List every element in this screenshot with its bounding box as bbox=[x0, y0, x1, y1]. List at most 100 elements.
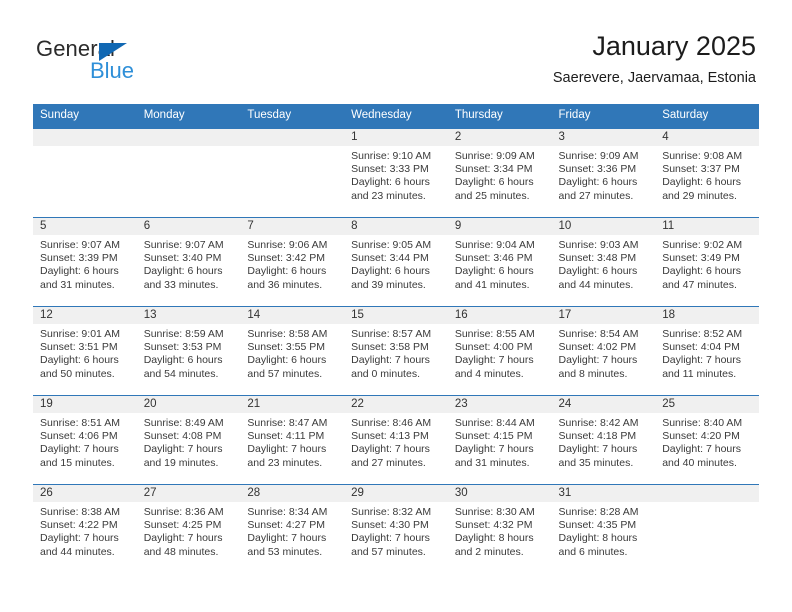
calendar-day-cell[interactable]: 19 Sunrise: 8:51 AM Sunset: 4:06 PM Dayligh… bbox=[33, 395, 137, 485]
sunset-time: Sunset: 4:04 PM bbox=[662, 341, 740, 354]
calendar-day-cell[interactable]: 12 Sunrise: 9:01 AM Sunset: 3:51 PM Dayligh… bbox=[33, 306, 137, 396]
page-subtitle: Saerevere, Jaervamaa, Estonia bbox=[552, 70, 756, 86]
daylight-duration-line2: and 25 minutes. bbox=[454, 189, 530, 202]
calendar-day-cell[interactable]: 20 Sunrise: 8:49 AM Sunset: 4:08 PM Dayligh… bbox=[136, 395, 241, 485]
daylight-duration-line2: and 36 minutes. bbox=[247, 278, 323, 291]
day-number: 12 bbox=[33, 307, 137, 324]
daylight-duration-line1: Daylight: 6 hours bbox=[351, 176, 430, 189]
calendar-day-cell[interactable]: 4 Sunrise: 9:08 AM Sunset: 3:37 PM Daylight… bbox=[655, 128, 759, 218]
calendar-day-cell[interactable]: 13 Sunrise: 8:59 AM Sunset: 3:53 PM Dayligh… bbox=[136, 306, 241, 396]
day-number: 9 bbox=[447, 218, 552, 235]
calendar-day-cell[interactable]: 6 Sunrise: 9:07 AM Sunset: 3:40 PM Daylight… bbox=[136, 217, 241, 307]
daylight-duration-line2: and 40 minutes. bbox=[662, 456, 737, 469]
day-number: 22 bbox=[344, 396, 448, 413]
calendar-day-cell[interactable]: 28 Sunrise: 8:34 AM Sunset: 4:27 PM Dayligh… bbox=[240, 484, 345, 573]
day-details: Sunrise: 9:02 AM Sunset: 3:49 PM Daylight:… bbox=[655, 235, 759, 292]
sunset-time: Sunset: 4:18 PM bbox=[558, 430, 637, 443]
daylight-duration-line1: Daylight: 7 hours bbox=[351, 443, 430, 456]
day-number bbox=[136, 129, 241, 146]
calendar-day-cell[interactable]: 7 Sunrise: 9:06 AM Sunset: 3:42 PM Daylight… bbox=[240, 217, 345, 307]
sunset-time: Sunset: 3:44 PM bbox=[351, 252, 429, 265]
day-number: 13 bbox=[136, 307, 241, 324]
weekday-header-sunday: Sunday bbox=[33, 104, 137, 129]
day-number: 6 bbox=[136, 218, 241, 235]
daylight-duration-line2: and 33 minutes. bbox=[143, 278, 219, 291]
daylight-duration-line1: Daylight: 6 hours bbox=[351, 265, 430, 278]
day-number: 26 bbox=[33, 485, 137, 502]
sunset-time: Sunset: 3:42 PM bbox=[247, 252, 326, 265]
calendar-day-cell[interactable]: 31 Sunrise: 8:28 AM Sunset: 4:35 PM Dayligh… bbox=[551, 484, 656, 573]
daylight-duration-line1: Daylight: 8 hours bbox=[558, 532, 638, 545]
day-details: Sunrise: 9:10 AM Sunset: 3:33 PM Daylight:… bbox=[344, 146, 448, 203]
calendar-day-cell[interactable]: 14 Sunrise: 8:58 AM Sunset: 3:55 PM Dayligh… bbox=[240, 306, 345, 396]
sunset-time: Sunset: 4:25 PM bbox=[143, 519, 222, 532]
day-number bbox=[655, 485, 759, 502]
daylight-duration-line2: and 15 minutes. bbox=[40, 456, 115, 469]
calendar-week-row: 12 Sunrise: 9:01 AM Sunset: 3:51 PM Dayligh… bbox=[33, 306, 759, 396]
calendar-day-cell[interactable]: 23 Sunrise: 8:44 AM Sunset: 4:15 PM Dayligh… bbox=[447, 395, 552, 485]
sunset-time: Sunset: 4:35 PM bbox=[558, 519, 637, 532]
daylight-duration-line1: Daylight: 6 hours bbox=[662, 265, 742, 278]
calendar-day-cell[interactable]: 26 Sunrise: 8:38 AM Sunset: 4:22 PM Dayligh… bbox=[33, 484, 137, 573]
calendar-day-cell[interactable]: 18 Sunrise: 8:52 AM Sunset: 4:04 PM Dayligh… bbox=[655, 306, 759, 396]
calendar-day-cell[interactable]: 2 Sunrise: 9:09 AM Sunset: 3:34 PM Daylight… bbox=[447, 128, 552, 218]
calendar-day-cell[interactable]: 27 Sunrise: 8:36 AM Sunset: 4:25 PM Dayligh… bbox=[136, 484, 241, 573]
day-number: 10 bbox=[551, 218, 656, 235]
calendar-day-cell[interactable]: 30 Sunrise: 8:30 AM Sunset: 4:32 PM Dayligh… bbox=[447, 484, 552, 573]
daylight-duration-line1: Daylight: 7 hours bbox=[40, 532, 119, 545]
day-number: 18 bbox=[655, 307, 759, 324]
calendar-day-cell[interactable]: 1 Sunrise: 9:10 AM Sunset: 3:33 PM Daylight… bbox=[344, 128, 448, 218]
calendar-table: Sunday Monday Tuesday Wednesday Thursday Frid… bbox=[33, 104, 759, 573]
calendar-day-cell[interactable]: 8 Sunrise: 9:05 AM Sunset: 3:44 PM Daylight… bbox=[344, 217, 448, 307]
day-number: 2 bbox=[447, 129, 552, 146]
daylight-duration-line1: Daylight: 6 hours bbox=[662, 176, 742, 189]
day-details: Sunrise: 8:47 AM Sunset: 4:11 PM Daylight:… bbox=[240, 413, 344, 470]
calendar-week-row: 26 Sunrise: 8:38 AM Sunset: 4:22 PM Dayligh… bbox=[33, 484, 759, 573]
daylight-duration-line1: Daylight: 6 hours bbox=[40, 354, 119, 367]
daylight-duration-line1: Daylight: 7 hours bbox=[454, 354, 534, 367]
calendar-day-cell[interactable]: 24 Sunrise: 8:42 AM Sunset: 4:18 PM Dayligh… bbox=[551, 395, 656, 485]
daylight-duration-line2: and 11 minutes. bbox=[662, 367, 737, 380]
day-details: Sunrise: 8:46 AM Sunset: 4:13 PM Daylight:… bbox=[344, 413, 448, 470]
daylight-duration-line2: and 6 minutes. bbox=[558, 545, 628, 558]
day-number: 15 bbox=[344, 307, 448, 324]
day-number: 24 bbox=[551, 396, 656, 413]
daylight-duration-line2: and 31 minutes. bbox=[454, 456, 530, 469]
day-details: Sunrise: 8:42 AM Sunset: 4:18 PM Daylight:… bbox=[552, 413, 656, 470]
calendar-day-cell[interactable]: 3 Sunrise: 9:09 AM Sunset: 3:36 PM Daylight… bbox=[551, 128, 656, 218]
calendar-day-cell[interactable]: 16 Sunrise: 8:55 AM Sunset: 4:00 PM Dayligh… bbox=[447, 306, 552, 396]
daylight-duration-line2: and 50 minutes. bbox=[40, 367, 115, 380]
calendar-day-cell-empty bbox=[33, 128, 137, 218]
day-number: 16 bbox=[447, 307, 552, 324]
calendar-day-cell[interactable]: 29 Sunrise: 8:32 AM Sunset: 4:30 PM Dayligh… bbox=[344, 484, 448, 573]
weekday-header-saturday: Saturday bbox=[655, 104, 759, 129]
calendar-day-cell[interactable]: 10 Sunrise: 9:03 AM Sunset: 3:48 PM Dayligh… bbox=[551, 217, 656, 307]
day-details: Sunrise: 9:06 AM Sunset: 3:42 PM Daylight:… bbox=[240, 235, 344, 292]
daylight-duration-line1: Daylight: 7 hours bbox=[558, 443, 638, 456]
calendar-day-cell[interactable]: 21 Sunrise: 8:47 AM Sunset: 4:11 PM Dayligh… bbox=[240, 395, 345, 485]
day-number: 27 bbox=[136, 485, 241, 502]
calendar-day-cell[interactable]: 11 Sunrise: 9:02 AM Sunset: 3:49 PM Dayligh… bbox=[655, 217, 759, 307]
calendar-day-cell[interactable]: 5 Sunrise: 9:07 AM Sunset: 3:39 PM Daylight… bbox=[33, 217, 137, 307]
sunrise-time: Sunrise: 8:30 AM bbox=[454, 506, 535, 518]
daylight-duration-line2: and 2 minutes. bbox=[454, 545, 524, 558]
day-details: Sunrise: 9:03 AM Sunset: 3:48 PM Daylight:… bbox=[552, 235, 656, 292]
daylight-duration-line1: Daylight: 7 hours bbox=[351, 532, 430, 545]
sunrise-time: Sunrise: 8:40 AM bbox=[662, 417, 743, 429]
sunrise-time: Sunrise: 9:03 AM bbox=[558, 239, 639, 251]
weekday-header-thursday: Thursday bbox=[447, 104, 552, 129]
calendar-day-cell[interactable]: 22 Sunrise: 8:46 AM Sunset: 4:13 PM Dayligh… bbox=[344, 395, 448, 485]
calendar-day-cell[interactable]: 25 Sunrise: 8:40 AM Sunset: 4:20 PM Dayligh… bbox=[655, 395, 759, 485]
sunrise-time: Sunrise: 9:10 AM bbox=[351, 150, 432, 162]
calendar-day-cell[interactable]: 9 Sunrise: 9:04 AM Sunset: 3:46 PM Daylight… bbox=[447, 217, 552, 307]
daylight-duration-line2: and 31 minutes. bbox=[40, 278, 115, 291]
day-details: Sunrise: 8:44 AM Sunset: 4:15 PM Daylight:… bbox=[448, 413, 552, 470]
calendar-day-cell[interactable]: 17 Sunrise: 8:54 AM Sunset: 4:02 PM Dayligh… bbox=[551, 306, 656, 396]
day-number: 31 bbox=[551, 485, 656, 502]
sunrise-time: Sunrise: 8:59 AM bbox=[143, 328, 224, 340]
calendar-day-cell-empty bbox=[240, 128, 345, 218]
daylight-duration-line2: and 39 minutes. bbox=[351, 278, 426, 291]
daylight-duration-line2: and 27 minutes. bbox=[558, 189, 634, 202]
calendar-day-cell[interactable]: 15 Sunrise: 8:57 AM Sunset: 3:58 PM Dayligh… bbox=[344, 306, 448, 396]
calendar-day-cell-empty bbox=[655, 484, 759, 573]
